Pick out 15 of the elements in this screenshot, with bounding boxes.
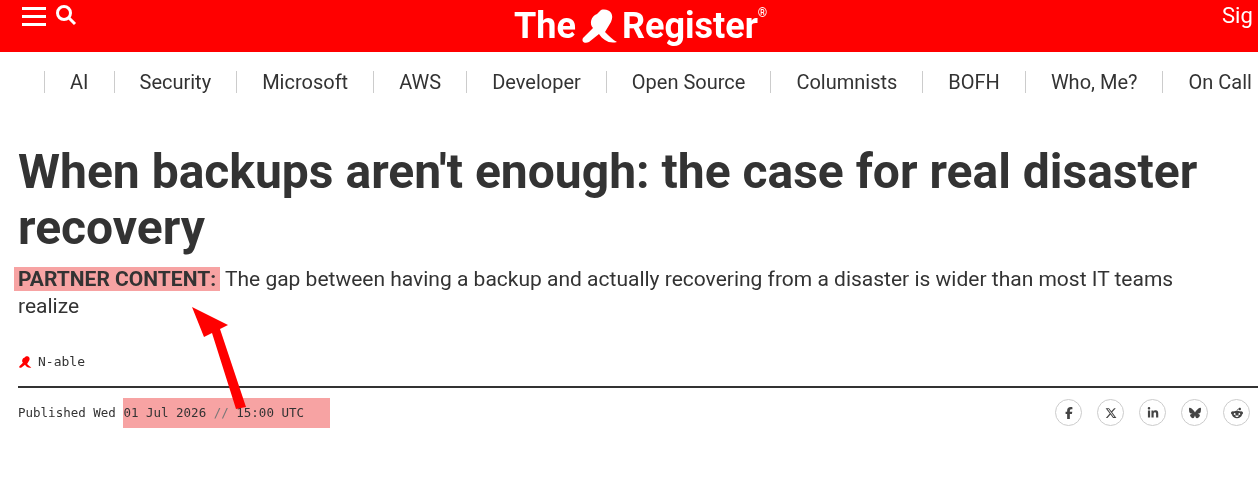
- nav-link[interactable]: Open Source: [606, 67, 771, 97]
- nav-link[interactable]: On Call: [1163, 67, 1258, 97]
- author-link[interactable]: N-able: [38, 352, 85, 372]
- nav-link[interactable]: Who, Me?: [1025, 67, 1163, 97]
- nav-link[interactable]: Developer: [467, 67, 606, 97]
- nav-link[interactable]: AI: [45, 67, 114, 97]
- publish-date: Published Wed 01 Jul 2026 // 15:00 UTC: [18, 397, 331, 428]
- sign-in-link[interactable]: Sig: [1222, 2, 1253, 30]
- nav-link[interactable]: AWS: [374, 67, 467, 97]
- nav-link[interactable]: Columnists: [771, 67, 923, 97]
- nav-link[interactable]: BOFH: [923, 67, 1025, 97]
- nav-link[interactable]: Security: [114, 67, 237, 97]
- article-title: When backups aren't enough: the case for real disaster recovery: [18, 144, 1199, 256]
- nav-link[interactable]: Microsoft: [237, 67, 374, 97]
- site-logo[interactable]: The Register®: [514, 6, 768, 46]
